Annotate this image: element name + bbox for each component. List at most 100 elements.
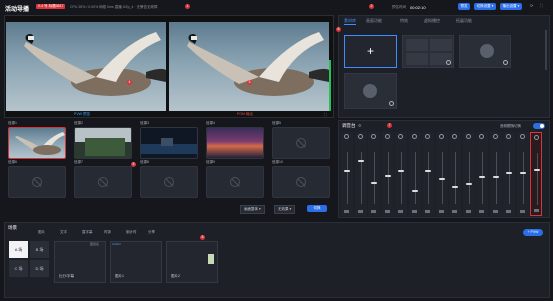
fader-knob[interactable]	[506, 172, 512, 174]
headphone-icon[interactable]	[357, 134, 363, 139]
speaker-icon[interactable]	[492, 210, 498, 213]
speaker-icon[interactable]	[438, 210, 444, 213]
fader-knob[interactable]	[398, 170, 404, 172]
expand-icon[interactable]: ⛶	[324, 112, 327, 117]
material-layout-2[interactable]	[459, 35, 511, 68]
switch-button[interactable]: 切换	[307, 205, 327, 212]
speaker-icon[interactable]	[479, 210, 484, 213]
tab-virtual[interactable]: 虚拟播控	[424, 18, 440, 24]
mixer-channel[interactable]	[368, 132, 380, 216]
speaker-icon[interactable]	[398, 210, 403, 213]
fader-knob[interactable]	[534, 169, 540, 171]
speaker-icon[interactable]	[519, 210, 525, 213]
pgm-monitor[interactable]	[169, 22, 329, 111]
tab-effects[interactable]: 特效	[400, 18, 408, 24]
fader-knob[interactable]	[438, 178, 445, 180]
mixer-channel[interactable]	[354, 132, 367, 216]
speaker-icon[interactable]	[411, 210, 417, 213]
fader-knob[interactable]	[492, 176, 499, 178]
add-pvw-button[interactable]: + PVW	[523, 229, 543, 236]
layer-tool-2[interactable]: 文字	[60, 230, 67, 235]
layer-tool-1[interactable]: 图片	[38, 230, 45, 235]
speaker-icon[interactable]	[452, 210, 457, 213]
scene-select[interactable]: 画面整体 ▾	[240, 205, 265, 214]
layer-tool-6[interactable]: 分享	[148, 230, 155, 235]
mixer-channel[interactable]	[341, 132, 353, 216]
speaker-icon[interactable]	[371, 210, 376, 213]
headphone-icon[interactable]	[371, 134, 376, 139]
fader-knob[interactable]	[479, 176, 485, 178]
headphone-icon[interactable]	[344, 134, 349, 139]
mixer-channel[interactable]	[408, 132, 421, 216]
fader-knob[interactable]	[519, 172, 526, 174]
source-slot-4[interactable]	[206, 127, 264, 159]
speaker-icon[interactable]	[534, 209, 539, 212]
add-material-button[interactable]: +	[344, 35, 397, 68]
fader-knob[interactable]	[452, 186, 458, 188]
headphone-icon[interactable]	[519, 134, 525, 139]
tab-extend[interactable]: 拓展功能	[456, 18, 472, 24]
output-settings-button[interactable]: 输出设置 ▾	[500, 3, 522, 10]
speaker-icon[interactable]	[465, 210, 471, 213]
fader-knob[interactable]	[371, 182, 377, 184]
source-slot-9[interactable]	[206, 166, 264, 198]
scrollbar[interactable]	[545, 30, 547, 70]
mixer-channel[interactable]	[476, 132, 488, 216]
layer-card-1[interactable]: 比分/字幕	[54, 241, 106, 283]
headphone-icon[interactable]	[384, 134, 390, 139]
source-slot-10[interactable]	[272, 166, 330, 198]
headphone-icon[interactable]	[452, 134, 457, 139]
layer-card-2[interactable]: 图片1	[110, 241, 162, 283]
mixer-channel[interactable]	[503, 132, 515, 216]
source-slot-7[interactable]	[74, 166, 132, 198]
scene-d[interactable]: D 场	[30, 260, 49, 277]
scene-a[interactable]: A 场	[9, 241, 28, 258]
switch-settings-button[interactable]: 切换设置 ▾	[474, 3, 496, 10]
layer-tool-4[interactable]: 时钟	[104, 230, 111, 235]
speaker-icon[interactable]	[344, 210, 349, 213]
source-slot-3[interactable]	[140, 127, 198, 159]
layer-tool-5[interactable]: 倒计时	[126, 230, 137, 235]
mixer-channel[interactable]	[516, 132, 529, 216]
source-slot-8[interactable]	[140, 166, 198, 198]
source-slot-2[interactable]	[74, 127, 132, 159]
mixer-channel[interactable]	[530, 132, 542, 216]
pvw-monitor[interactable]	[6, 22, 166, 111]
settings-icon[interactable]	[503, 60, 508, 65]
speaker-icon[interactable]	[425, 210, 430, 213]
mixer-channel[interactable]	[435, 132, 448, 216]
mixer-channel[interactable]	[489, 132, 502, 216]
headphone-icon[interactable]	[438, 134, 444, 139]
speaker-icon[interactable]	[357, 210, 363, 213]
speaker-icon[interactable]	[506, 210, 511, 213]
headphone-icon[interactable]	[534, 135, 539, 140]
headphone-icon[interactable]	[425, 134, 430, 139]
fader-knob[interactable]	[411, 190, 418, 192]
headphone-icon[interactable]	[465, 134, 471, 139]
fullscreen-icon[interactable]: ⛶	[540, 3, 543, 8]
source-slot-1[interactable]	[8, 127, 66, 159]
mixer-channel[interactable]	[395, 132, 407, 216]
effect-select[interactable]: 无效果 ▾	[274, 205, 296, 214]
fader-knob[interactable]	[357, 160, 364, 162]
headphone-icon[interactable]	[506, 134, 511, 139]
fader-knob[interactable]	[384, 175, 391, 177]
material-layout-1[interactable]	[402, 35, 454, 68]
headphone-icon[interactable]	[398, 134, 403, 139]
fader-knob[interactable]	[465, 183, 472, 185]
fader-knob[interactable]	[425, 170, 431, 172]
source-slot-5[interactable]	[272, 127, 330, 159]
layer-tool-3[interactable]: 直字幕	[82, 230, 93, 235]
mixer-channel[interactable]	[381, 132, 394, 216]
mixer-channel[interactable]	[462, 132, 475, 216]
material-layout-3[interactable]	[344, 73, 397, 109]
headphone-icon[interactable]	[411, 134, 417, 139]
source-slot-6[interactable]	[8, 166, 66, 198]
headphone-icon[interactable]	[479, 134, 484, 139]
audio-sync-toggle[interactable]	[533, 123, 545, 129]
scene-c[interactable]: C 场	[9, 260, 28, 277]
settings-icon[interactable]	[446, 60, 451, 65]
fader-knob[interactable]	[344, 170, 350, 172]
preview-button[interactable]: 预览	[458, 3, 470, 10]
scene-b[interactable]: B 场	[30, 241, 49, 258]
